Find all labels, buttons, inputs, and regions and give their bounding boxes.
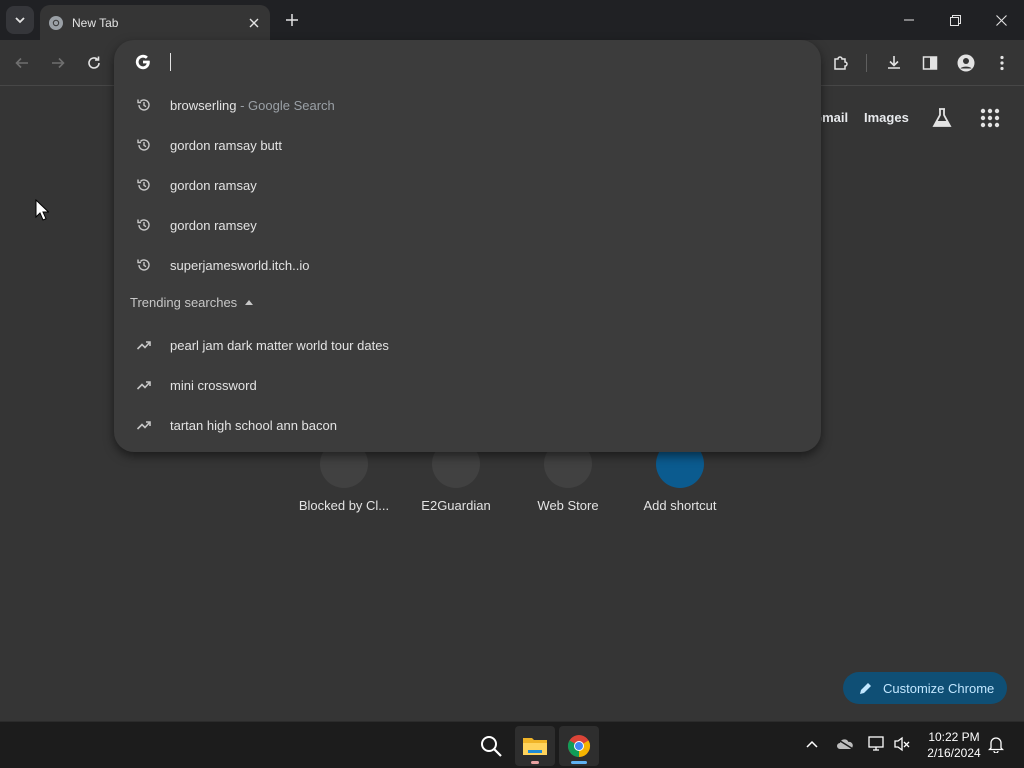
folder-icon xyxy=(523,738,547,755)
profile-button[interactable] xyxy=(954,51,978,75)
suggestion-history[interactable]: browserling - Google Search xyxy=(114,85,821,125)
taskbar-chrome[interactable] xyxy=(559,726,599,766)
customize-chrome-label: Customize Chrome xyxy=(883,680,995,696)
downloads-button[interactable] xyxy=(882,51,906,75)
side-panel-icon xyxy=(922,56,938,70)
restore-button[interactable] xyxy=(932,0,978,40)
new-tab-button[interactable] xyxy=(282,10,302,30)
tab-strip: New Tab xyxy=(0,0,1024,40)
labs-button[interactable] xyxy=(930,106,954,130)
show-hidden-icons-button[interactable] xyxy=(802,734,822,754)
menu-button[interactable] xyxy=(990,51,1014,75)
images-link[interactable]: Images xyxy=(864,110,909,125)
back-icon xyxy=(15,57,28,69)
labs-icon xyxy=(932,108,952,127)
suggestion-text: pearl jam dark matter world tour dates xyxy=(170,337,389,353)
network-tray[interactable] xyxy=(867,734,887,754)
trending-searches-header[interactable]: Trending searches xyxy=(130,295,254,310)
reload-icon xyxy=(88,56,100,69)
close-icon xyxy=(249,18,259,27)
onedrive-icon xyxy=(836,738,854,750)
clock-time: 10:22 PM xyxy=(928,730,980,744)
caret-up-icon xyxy=(245,300,254,305)
suggestion-text: gordon ramsay butt xyxy=(170,137,283,153)
mouse-cursor-icon xyxy=(35,199,49,221)
close-tab-button[interactable] xyxy=(246,15,262,31)
google-apps-button[interactable] xyxy=(978,106,1002,130)
suggestion-history[interactable]: gordon ramsay butt xyxy=(114,125,821,165)
shortcut-label: E2Guardian xyxy=(421,498,491,513)
shortcut-label: Web Store xyxy=(537,498,599,513)
active-indicator xyxy=(571,761,587,764)
omnibox-dropdown: browserling - Google Search gordon ramsa… xyxy=(114,40,821,452)
pencil-icon xyxy=(860,683,871,694)
notifications-button[interactable] xyxy=(986,734,1006,754)
extensions-icon xyxy=(834,56,848,70)
trending-icon xyxy=(136,421,151,430)
taskbar-clock[interactable]: 10:22 PM 2/16/2024 xyxy=(918,729,990,761)
onedrive-tray[interactable] xyxy=(835,734,855,754)
history-icon xyxy=(137,139,150,151)
forward-button[interactable] xyxy=(46,51,70,75)
taskbar-file-explorer[interactable] xyxy=(515,726,555,766)
google-g-icon xyxy=(135,54,150,70)
profile-icon xyxy=(957,54,975,72)
close-icon xyxy=(995,14,1007,26)
bell-icon xyxy=(988,737,1004,753)
restore-icon xyxy=(949,14,961,26)
reload-button[interactable] xyxy=(82,51,106,75)
side-panel-button[interactable] xyxy=(918,51,942,75)
running-indicator xyxy=(531,761,539,764)
suggestion-trending[interactable]: pearl jam dark matter world tour dates xyxy=(114,325,821,365)
back-button[interactable] xyxy=(10,51,34,75)
extensions-button[interactable] xyxy=(829,51,853,75)
suggestion-trending[interactable]: mini crossword xyxy=(114,365,821,405)
history-icon xyxy=(137,99,150,111)
text-caret xyxy=(170,53,171,71)
suggestion-text: gordon ramsey xyxy=(170,217,257,233)
forward-icon xyxy=(52,57,65,69)
suggestion-text: superjamesworld.itch..io xyxy=(170,257,310,273)
taskbar-search-button[interactable] xyxy=(471,726,511,766)
suggestion-text: tartan high school ann bacon xyxy=(170,417,337,433)
chevron-up-icon xyxy=(806,740,818,748)
shortcut-label: Blocked by Cl... xyxy=(298,498,390,513)
minimize-icon xyxy=(904,19,914,21)
volume-icon xyxy=(894,736,910,752)
trending-icon xyxy=(136,381,151,390)
suggestion-history[interactable]: gordon ramsay xyxy=(114,165,821,205)
trending-header-label: Trending searches xyxy=(130,295,238,310)
tab-title: New Tab xyxy=(72,15,119,30)
history-icon xyxy=(137,259,150,271)
history-icon xyxy=(137,219,150,231)
toolbar-separator xyxy=(866,54,867,72)
more-icon xyxy=(1000,55,1004,71)
suggestion-text: mini crossword xyxy=(170,377,257,393)
network-icon xyxy=(868,736,884,751)
chrome-icon xyxy=(49,15,63,30)
suggestion-history[interactable]: gordon ramsey xyxy=(114,205,821,245)
suggestion-trending[interactable]: tartan high school ann bacon xyxy=(114,405,821,445)
close-window-button[interactable] xyxy=(978,0,1024,40)
chrome-icon xyxy=(568,735,590,757)
tab-search-button[interactable] xyxy=(6,6,34,34)
minimize-button[interactable] xyxy=(886,0,932,40)
chevron-down-icon xyxy=(15,17,25,24)
plus-icon xyxy=(286,14,298,26)
suggestion-history[interactable]: superjamesworld.itch..io xyxy=(114,245,821,285)
history-icon xyxy=(137,179,150,191)
suggestion-text: browserling - Google Search xyxy=(170,97,335,113)
tab-new-tab[interactable]: New Tab xyxy=(40,5,270,40)
taskbar: 10:22 PM 2/16/2024 xyxy=(0,721,1024,768)
volume-tray[interactable] xyxy=(892,734,912,754)
search-icon xyxy=(481,736,502,757)
download-icon xyxy=(888,56,900,69)
shortcut-label: Add shortcut xyxy=(643,498,717,513)
suggestion-text: gordon ramsay xyxy=(170,177,257,193)
customize-chrome-button[interactable]: Customize Chrome xyxy=(843,672,1007,704)
clock-date: 2/16/2024 xyxy=(927,746,981,760)
omnibox-input[interactable] xyxy=(114,40,821,84)
apps-grid-icon xyxy=(980,108,1000,128)
trending-icon xyxy=(136,341,151,350)
